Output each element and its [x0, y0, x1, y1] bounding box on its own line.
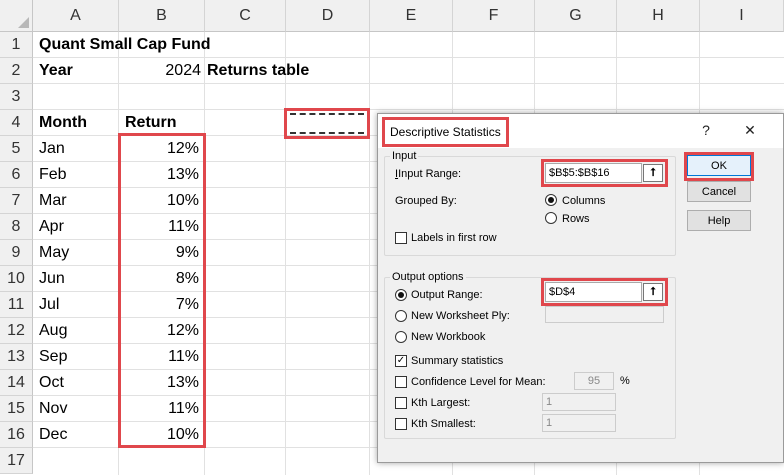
confidence-level-field[interactable]: 95	[574, 372, 614, 390]
cell-month[interactable]: Sep	[35, 344, 71, 370]
col-header-e[interactable]: E	[370, 0, 453, 32]
confidence-level-label[interactable]: Confidence Level for Mean:	[411, 376, 546, 388]
labels-first-row-label[interactable]: Labels in first row	[411, 232, 497, 244]
cell-c2-returns-table[interactable]: Returns table	[203, 58, 313, 84]
row-header-17[interactable]: 17	[0, 448, 33, 474]
row-header-13[interactable]: 13	[0, 344, 33, 370]
col-header-h[interactable]: H	[617, 0, 700, 32]
help-icon[interactable]: ?	[694, 120, 718, 140]
kth-largest-field[interactable]: 1	[542, 393, 616, 411]
cell-month[interactable]: Feb	[35, 162, 71, 188]
row-header-8[interactable]: 8	[0, 214, 33, 240]
kth-smallest-field[interactable]: 1	[542, 414, 616, 432]
input-range-field[interactable]: $B$5:$B$16	[545, 163, 642, 183]
row-header-16[interactable]: 16	[0, 422, 33, 448]
select-all-triangle-icon	[18, 17, 29, 28]
ok-button[interactable]: OK	[687, 155, 751, 176]
summary-statistics-checkbox[interactable]: ✓	[395, 355, 407, 367]
input-group-label: Input	[390, 150, 419, 162]
input-range-collapse-icon[interactable]: ⭡	[643, 164, 663, 182]
cell-month[interactable]: Mar	[35, 188, 71, 214]
cell-month[interactable]: Jun	[35, 266, 69, 292]
row-header-9[interactable]: 9	[0, 240, 33, 266]
new-worksheet-field[interactable]	[545, 306, 664, 323]
cell-month[interactable]: Aug	[35, 318, 71, 344]
cell-month[interactable]: Dec	[35, 422, 71, 448]
labels-first-row-checkbox[interactable]	[395, 232, 407, 244]
cell-a4-month-header[interactable]: Month	[35, 110, 91, 136]
col-header-g[interactable]: G	[535, 0, 617, 32]
cell-month[interactable]: Oct	[35, 370, 68, 396]
input-range-label: IInput Range:	[395, 168, 462, 180]
row-header-11[interactable]: 11	[0, 292, 33, 318]
cell-a1-fund-title[interactable]: Quant Small Cap Fund	[35, 32, 215, 58]
col-header-f[interactable]: F	[453, 0, 535, 32]
descriptive-statistics-dialog: Descriptive Statistics ? ✕ Input IInput …	[377, 113, 784, 463]
close-icon[interactable]: ✕	[738, 120, 762, 140]
output-range-radio[interactable]	[395, 289, 407, 301]
select-all-corner[interactable]	[0, 0, 33, 32]
row-header-6[interactable]: 6	[0, 162, 33, 188]
row-header-12[interactable]: 12	[0, 318, 33, 344]
row-header-3[interactable]: 3	[0, 84, 33, 110]
output-cell-marquee[interactable]	[290, 113, 364, 134]
output-range-field[interactable]: $D$4	[545, 282, 642, 302]
summary-statistics-label[interactable]: Summary statistics	[411, 355, 503, 367]
grouped-rows-label[interactable]: Rows	[562, 213, 590, 225]
kth-largest-checkbox[interactable]	[395, 397, 407, 409]
output-range-collapse-icon[interactable]: ⭡	[643, 283, 663, 301]
output-range-label[interactable]: Output Range:	[411, 289, 483, 301]
cancel-button[interactable]: Cancel	[687, 181, 751, 202]
cell-month[interactable]: May	[35, 240, 73, 266]
help-button[interactable]: Help	[687, 210, 751, 231]
row-header-1[interactable]: 1	[0, 32, 33, 58]
cell-month[interactable]: Jan	[35, 136, 69, 162]
new-workbook-radio[interactable]	[395, 331, 407, 343]
col-header-b[interactable]: B	[119, 0, 205, 32]
grouped-columns-label[interactable]: Columns	[562, 195, 605, 207]
new-workbook-label[interactable]: New Workbook	[411, 331, 485, 343]
col-header-i[interactable]: I	[700, 0, 784, 32]
cell-a2-year-label[interactable]: Year	[35, 58, 77, 84]
percent-sign: %	[620, 375, 630, 387]
col-header-d[interactable]: D	[286, 0, 370, 32]
col-header-c[interactable]: C	[205, 0, 286, 32]
row-header-7[interactable]: 7	[0, 188, 33, 214]
kth-smallest-label[interactable]: Kth Smallest:	[411, 418, 476, 430]
dialog-titlebar[interactable]: Descriptive Statistics ? ✕	[378, 114, 783, 148]
cell-month[interactable]: Jul	[35, 292, 63, 318]
cell-b2-year-value[interactable]: 2024	[119, 58, 205, 84]
grouped-by-label: Grouped By:	[395, 195, 457, 207]
row-header-4[interactable]: 4	[0, 110, 33, 136]
new-worksheet-radio[interactable]	[395, 310, 407, 322]
output-group-label: Output options	[390, 271, 466, 283]
kth-smallest-checkbox[interactable]	[395, 418, 407, 430]
cell-month[interactable]: Nov	[35, 396, 71, 422]
row-header-10[interactable]: 10	[0, 266, 33, 292]
input-range-label-text: Input Range:	[398, 168, 462, 180]
row-header-2[interactable]: 2	[0, 58, 33, 84]
kth-largest-label[interactable]: Kth Largest:	[411, 397, 470, 409]
row-header-15[interactable]: 15	[0, 396, 33, 422]
dialog-title: Descriptive Statistics	[382, 117, 509, 147]
grouped-columns-radio[interactable]	[545, 194, 557, 206]
confidence-level-checkbox[interactable]	[395, 376, 407, 388]
grouped-rows-radio[interactable]	[545, 212, 557, 224]
row-header-14[interactable]: 14	[0, 370, 33, 396]
return-range-highlight	[118, 133, 206, 448]
row-header-5[interactable]: 5	[0, 136, 33, 162]
col-header-a[interactable]: A	[33, 0, 119, 32]
new-worksheet-label[interactable]: New Worksheet Ply:	[411, 310, 510, 322]
cell-month[interactable]: Apr	[35, 214, 68, 240]
